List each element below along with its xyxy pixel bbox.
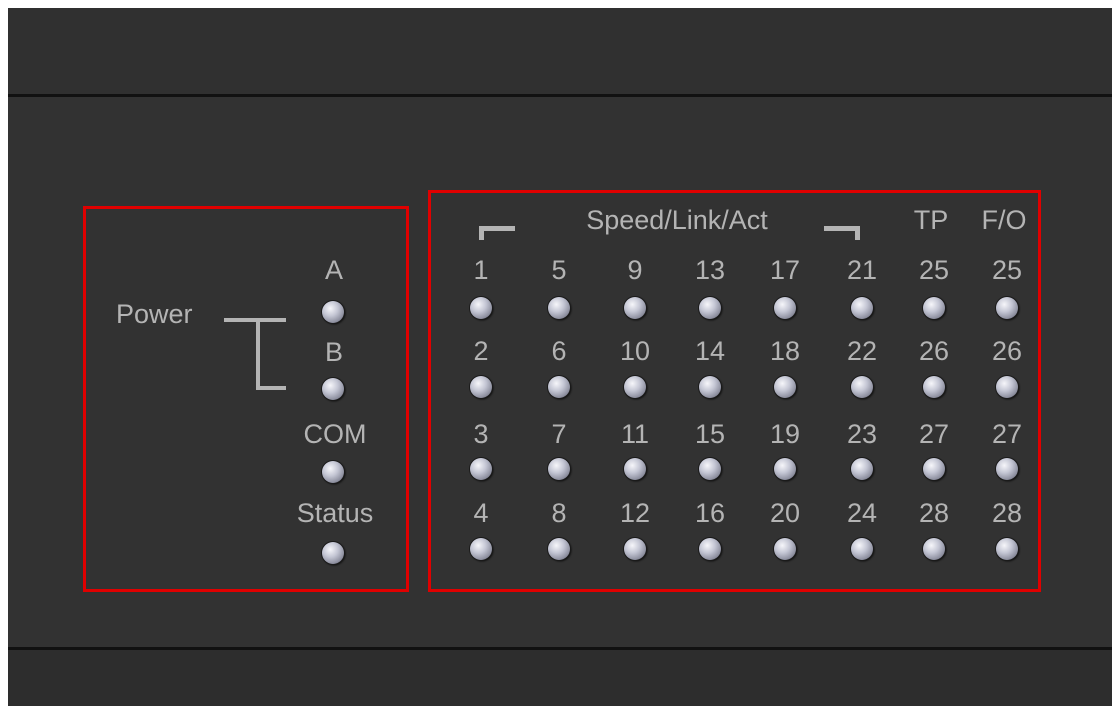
- port-number-label: 27: [918, 419, 950, 449]
- port-number-label: 2: [473, 336, 489, 366]
- status-led: [322, 542, 344, 564]
- port-led: [851, 376, 873, 398]
- port-led: [470, 297, 492, 319]
- power-a-label: A: [324, 255, 343, 285]
- bottom-bezel: [8, 650, 1112, 706]
- port-led: [548, 376, 570, 398]
- port-led: [996, 538, 1018, 560]
- port-number-label: 4: [473, 498, 489, 528]
- port-number-label: 3: [473, 419, 489, 449]
- port-led: [851, 458, 873, 480]
- speed-bracket-left-top: [479, 226, 515, 231]
- port-number-label: 25: [991, 255, 1023, 285]
- port-led: [624, 538, 646, 560]
- speed-bracket-left-tick: [479, 226, 484, 240]
- power-b-led: [322, 378, 344, 400]
- port-number-label: 12: [619, 498, 651, 528]
- power-led-group-highlight: [83, 206, 409, 592]
- port-number-label: 28: [991, 498, 1023, 528]
- port-led: [548, 297, 570, 319]
- port-led: [774, 376, 796, 398]
- power-bracket-bottom: [256, 386, 286, 390]
- port-number-label: 6: [551, 336, 567, 366]
- port-number-label: 11: [620, 419, 650, 449]
- port-led: [699, 538, 721, 560]
- port-number-label: 26: [991, 336, 1023, 366]
- port-led: [624, 376, 646, 398]
- speed-bracket-right-tick: [855, 226, 860, 240]
- port-number-label: 18: [769, 336, 801, 366]
- port-number-label: 28: [918, 498, 950, 528]
- port-number-label: 25: [918, 255, 950, 285]
- power-bracket-top: [224, 318, 286, 322]
- port-led: [470, 538, 492, 560]
- power-b-label: B: [324, 337, 343, 367]
- port-number-label: 21: [846, 255, 878, 285]
- port-led: [923, 538, 945, 560]
- port-led: [851, 538, 873, 560]
- port-number-label: 26: [918, 336, 950, 366]
- com-label: COM: [303, 419, 367, 449]
- port-led: [851, 297, 873, 319]
- port-number-label: 23: [846, 419, 878, 449]
- port-number-label: 10: [619, 336, 651, 366]
- speed-link-act-label: Speed/Link/Act: [586, 205, 768, 235]
- port-led: [774, 297, 796, 319]
- port-number-label: 13: [694, 255, 726, 285]
- port-led: [470, 376, 492, 398]
- top-bezel: [8, 8, 1112, 94]
- port-led: [774, 538, 796, 560]
- port-number-label: 17: [769, 255, 801, 285]
- port-led: [548, 538, 570, 560]
- port-number-label: 24: [846, 498, 878, 528]
- port-number-label: 9: [627, 255, 643, 285]
- fo-label: F/O: [981, 205, 1027, 235]
- status-label: Status: [296, 498, 374, 528]
- port-led: [923, 376, 945, 398]
- port-led: [699, 458, 721, 480]
- com-led: [322, 461, 344, 483]
- port-number-label: 19: [769, 419, 801, 449]
- port-number-label: 14: [694, 336, 726, 366]
- port-number-label: 7: [551, 419, 567, 449]
- tp-label: TP: [913, 205, 949, 235]
- port-led: [774, 458, 796, 480]
- port-led-group-highlight: [428, 190, 1041, 592]
- port-number-label: 27: [991, 419, 1023, 449]
- port-led: [923, 458, 945, 480]
- port-led: [624, 458, 646, 480]
- port-number-label: 16: [694, 498, 726, 528]
- port-led: [923, 297, 945, 319]
- port-number-label: 5: [551, 255, 567, 285]
- power-a-led: [322, 301, 344, 323]
- port-number-label: 22: [846, 336, 878, 366]
- port-number-label: 20: [769, 498, 801, 528]
- port-number-label: 8: [551, 498, 567, 528]
- port-led: [996, 376, 1018, 398]
- port-led: [470, 458, 492, 480]
- port-led: [699, 297, 721, 319]
- port-number-label: 15: [694, 419, 726, 449]
- power-label: Power: [116, 299, 193, 329]
- port-led: [699, 376, 721, 398]
- port-led: [548, 458, 570, 480]
- port-led: [996, 458, 1018, 480]
- port-led: [624, 297, 646, 319]
- port-number-label: 1: [473, 255, 489, 285]
- power-bracket-stem: [256, 318, 260, 390]
- port-led: [996, 297, 1018, 319]
